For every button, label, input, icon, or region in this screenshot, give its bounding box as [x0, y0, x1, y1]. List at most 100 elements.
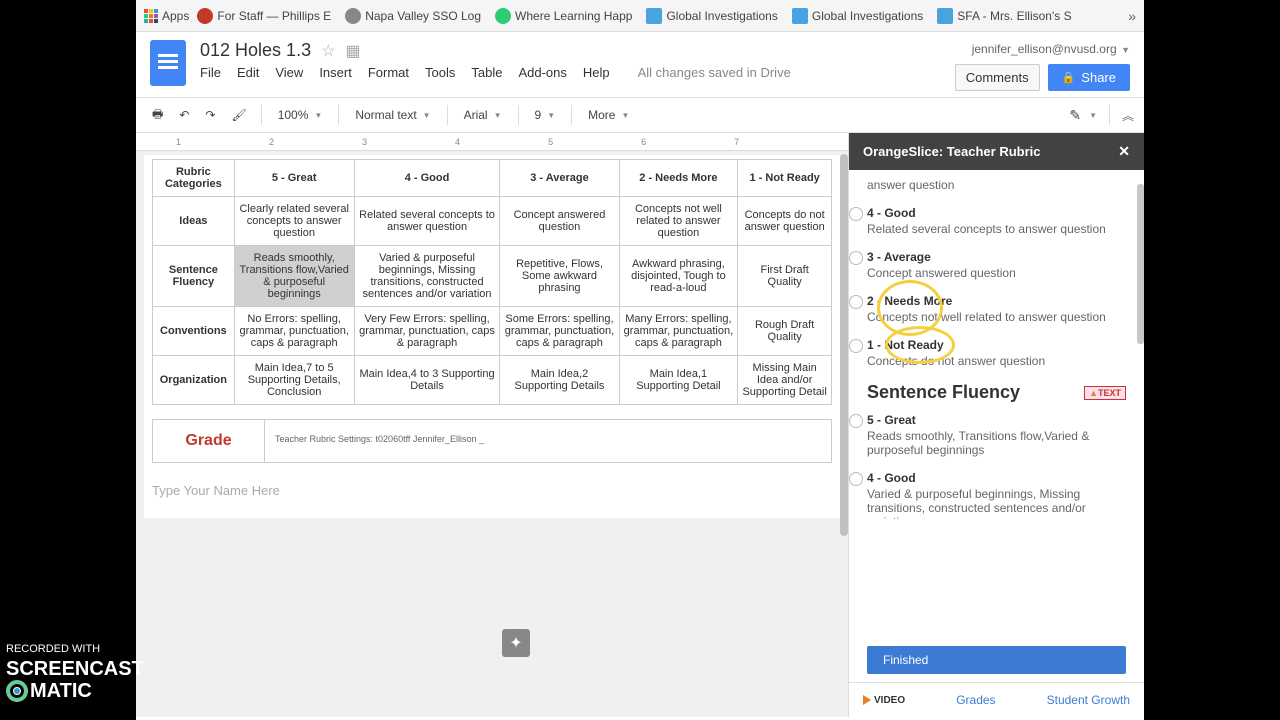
ruler: 1234567	[136, 133, 848, 151]
option-2-needs-more[interactable]: 2 - Needs More Concepts not well related…	[867, 294, 1126, 324]
favicon	[646, 8, 662, 24]
apps-button[interactable]: Apps	[144, 9, 189, 23]
menu-format[interactable]: Format	[368, 65, 409, 80]
share-button[interactable]: 🔒Share	[1048, 64, 1130, 91]
grades-link[interactable]: Grades	[956, 693, 995, 707]
editing-mode-icon[interactable]: ✎	[1069, 107, 1081, 124]
row-sentence-fluency: Sentence Fluency	[153, 246, 235, 307]
col-3: 3 - Average	[500, 160, 619, 197]
menu-file[interactable]: File	[200, 65, 221, 80]
menu-addons[interactable]: Add-ons	[518, 65, 566, 80]
row-conventions: Conventions	[153, 307, 235, 356]
option-sf-5[interactable]: 5 - Great Reads smoothly, Transitions fl…	[867, 413, 1126, 457]
rubric-table: Rubric Categories 5 - Great 4 - Good 3 -…	[152, 159, 832, 405]
radio-icon[interactable]	[849, 207, 863, 221]
row-ideas: Ideas	[153, 197, 235, 246]
section-sentence-fluency: Sentence Fluency ▲TEXT	[867, 382, 1126, 403]
close-icon[interactable]: ✕	[1118, 143, 1130, 160]
menu-tools[interactable]: Tools	[425, 65, 455, 80]
option-sf-4[interactable]: 4 - Good Varied & purposeful beginnings,…	[867, 471, 1126, 519]
name-placeholder[interactable]: Type Your Name Here	[152, 483, 832, 498]
radio-icon[interactable]	[849, 414, 863, 428]
folder-icon[interactable]: ▦	[345, 41, 360, 61]
option-1-not-ready[interactable]: 1 - Not Ready Concepts do not answer que…	[867, 338, 1126, 368]
comments-button[interactable]: Comments	[955, 64, 1040, 91]
bookmark-item[interactable]: SFA - Mrs. Ellison's S	[937, 8, 1071, 24]
star-icon[interactable]: ☆	[321, 41, 335, 61]
student-growth-link[interactable]: Student Growth	[1047, 693, 1130, 707]
user-email[interactable]: jennifer_ellison@nvusd.org	[972, 42, 1117, 56]
table-row: Sentence Fluency Reads smoothly, Transit…	[153, 246, 832, 307]
explore-button[interactable]: ✦	[502, 629, 530, 657]
favicon	[345, 8, 361, 24]
more-button[interactable]: More▼	[580, 104, 637, 126]
vertical-scrollbar[interactable]	[840, 154, 848, 700]
col-5: 5 - Great	[234, 160, 354, 197]
option-4-good[interactable]: 4 - Good Related several concepts to ans…	[867, 206, 1126, 236]
menu-insert[interactable]: Insert	[319, 65, 352, 80]
col-1: 1 - Not Ready	[738, 160, 832, 197]
doc-title[interactable]: 012 Holes 1.3	[200, 40, 311, 61]
undo-icon[interactable]: ↶	[173, 104, 195, 126]
save-status: All changes saved in Drive	[638, 65, 791, 80]
finished-button[interactable]: Finished	[867, 646, 1126, 674]
menu-help[interactable]: Help	[583, 65, 610, 80]
bookmark-item[interactable]: Where Learning Happ	[495, 8, 632, 24]
screencast-watermark: RECORDED WITH SCREENCAST MATIC	[6, 642, 144, 704]
bookmarks-bar: Apps For Staff — Phillips E Napa Valley …	[136, 0, 1144, 32]
menu-table[interactable]: Table	[471, 65, 502, 80]
col-categories: Rubric Categories	[153, 160, 235, 197]
sidebar-footer: VIDEO Grades Student Growth	[849, 682, 1144, 717]
print-icon[interactable]: 🖶	[146, 101, 169, 130]
redo-icon[interactable]: ↷	[199, 104, 221, 126]
favicon	[197, 8, 213, 24]
collapse-icon[interactable]: ︽	[1122, 107, 1134, 124]
apps-label: Apps	[162, 9, 189, 23]
radio-icon[interactable]	[849, 251, 863, 265]
selected-cell[interactable]: Reads smoothly, Transitions flow,Varied …	[234, 246, 354, 307]
zoom-select[interactable]: 100%▼	[270, 104, 331, 126]
radio-icon[interactable]	[849, 472, 863, 486]
col-2: 2 - Needs More	[619, 160, 738, 197]
table-row: Ideas Clearly related several concepts t…	[153, 197, 832, 246]
radio-icon[interactable]	[849, 339, 863, 353]
menu-view[interactable]: View	[275, 65, 303, 80]
bookmark-item[interactable]: Global Investigations	[792, 8, 923, 24]
radio-icon[interactable]	[849, 295, 863, 309]
sidebar-body[interactable]: answer question 4 - Good Related several…	[849, 170, 1144, 638]
font-select[interactable]: Arial▼	[456, 104, 510, 126]
sidebar-title: OrangeSlice: Teacher Rubric	[863, 144, 1041, 159]
text-badge: ▲TEXT	[1084, 386, 1126, 400]
user-dropdown-icon[interactable]: ▼	[1121, 45, 1130, 55]
paint-format-icon[interactable]: 🖌	[225, 104, 252, 126]
doc-header: 012 Holes 1.3 ☆ ▦ File Edit View Insert …	[136, 32, 1144, 91]
highlight-annotation	[877, 280, 943, 336]
col-4: 4 - Good	[354, 160, 500, 197]
size-select[interactable]: 9▼	[527, 104, 564, 126]
menu-bar: File Edit View Insert Format Tools Table…	[200, 65, 955, 80]
table-row: Organization Main Idea,7 to 5 Supporting…	[153, 356, 832, 405]
bookmark-overflow[interactable]: »	[1128, 8, 1136, 24]
docs-logo-icon[interactable]	[150, 40, 186, 86]
bookmark-item[interactable]: For Staff — Phillips E	[197, 8, 331, 24]
sidebar-header: OrangeSlice: Teacher Rubric ✕	[849, 133, 1144, 170]
row-organization: Organization	[153, 356, 235, 405]
style-select[interactable]: Normal text▼	[347, 104, 438, 126]
option-3-average[interactable]: 3 - Average Concept answered question	[867, 250, 1126, 280]
addon-sidebar: OrangeSlice: Teacher Rubric ✕ answer que…	[848, 133, 1144, 717]
table-row: Conventions No Errors: spelling, grammar…	[153, 307, 832, 356]
sidebar-scrollbar[interactable]	[1137, 170, 1144, 638]
toolbar: 🖶 ↶ ↷ 🖌 100%▼ Normal text▼ Arial▼ 9▼ Mor…	[136, 97, 1144, 133]
bookmark-item[interactable]: Global Investigations	[646, 8, 777, 24]
favicon	[937, 8, 953, 24]
lock-icon: 🔒	[1062, 71, 1076, 84]
apps-icon	[144, 9, 158, 23]
favicon	[792, 8, 808, 24]
video-link[interactable]: VIDEO	[863, 695, 905, 706]
partial-text: answer question	[867, 178, 1126, 192]
table-header-row: Rubric Categories 5 - Great 4 - Good 3 -…	[153, 160, 832, 197]
bookmark-item[interactable]: Napa Valley SSO Log	[345, 8, 481, 24]
document-canvas[interactable]: 1234567 Rubric Categories 5 - Great 4 - …	[136, 133, 848, 717]
menu-edit[interactable]: Edit	[237, 65, 259, 80]
grade-settings[interactable]: Teacher Rubric Settings: t02060tff Jenni…	[265, 420, 831, 462]
